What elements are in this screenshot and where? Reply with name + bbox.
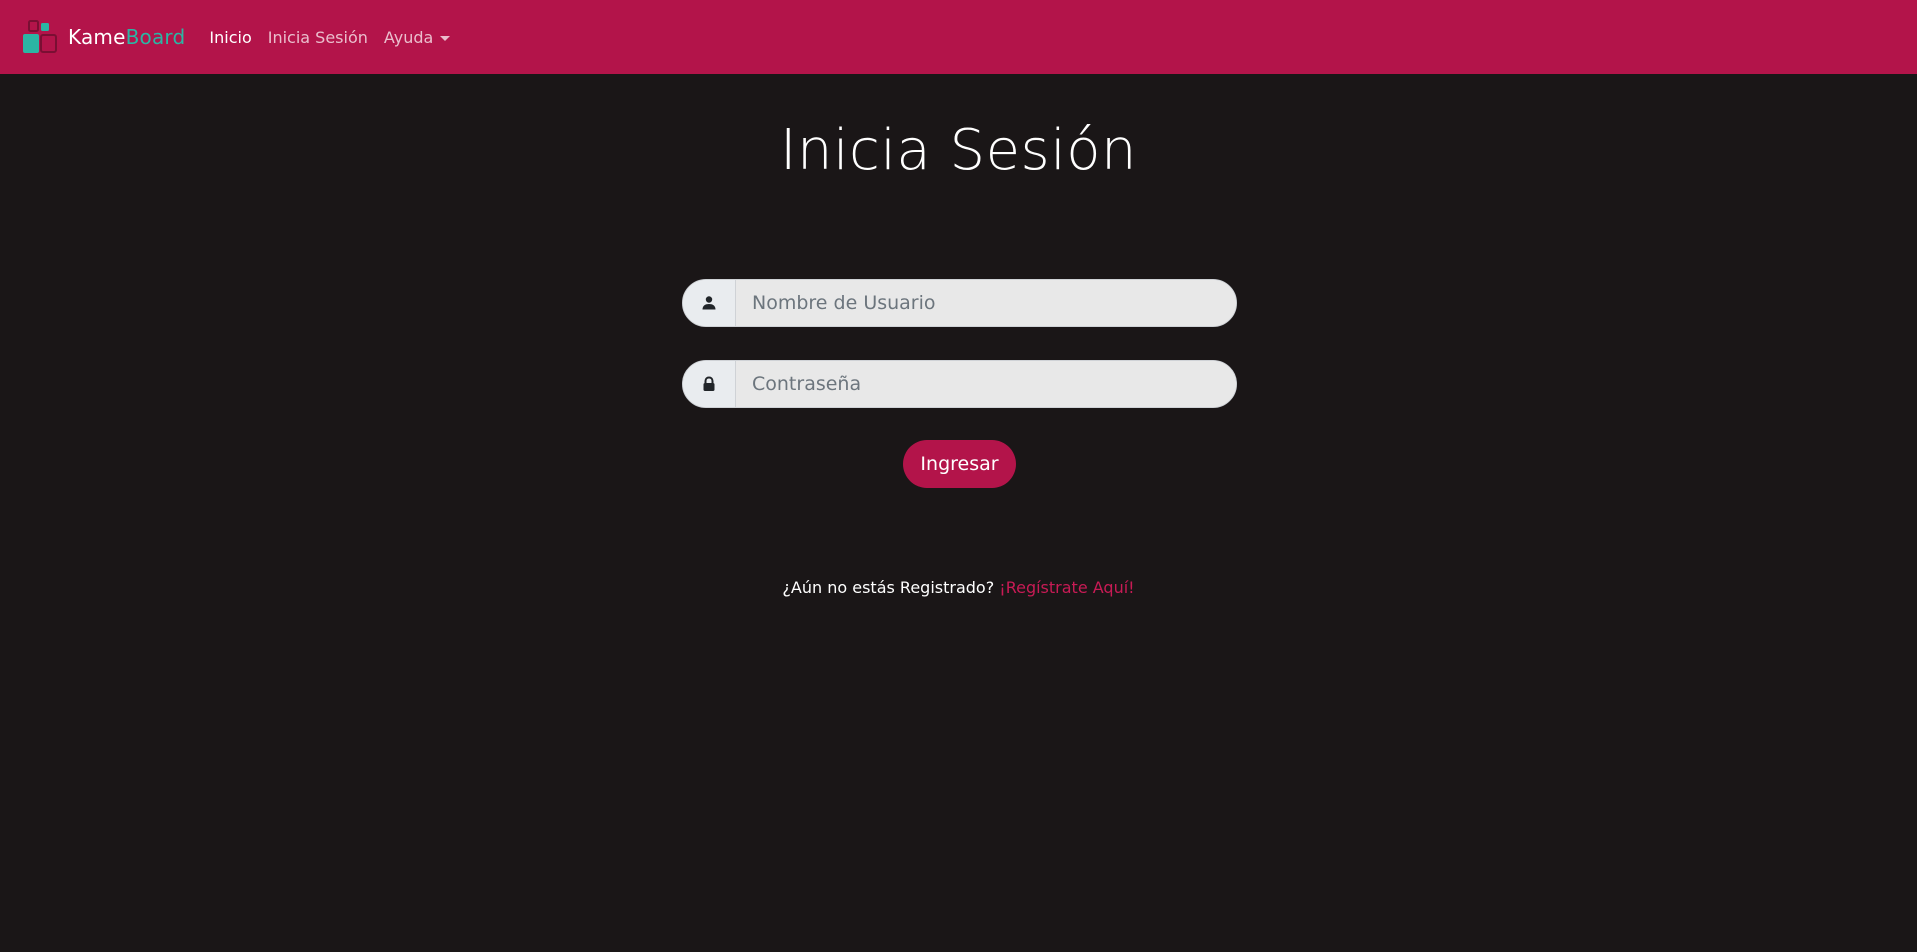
nav-link-inicio[interactable]: Inicio [209,28,251,47]
top-navbar: KameBoard Inicio Inicia Sesión Ayuda [0,0,1917,74]
password-input-group [682,360,1237,408]
lock-icon [703,376,715,391]
register-prompt: ¿Aún no estás Registrado? ¡Regístrate Aq… [0,578,1917,597]
register-prompt-text: ¿Aún no estás Registrado? [782,578,995,597]
brand-link[interactable]: KameBoard [22,19,185,55]
register-link[interactable]: ¡Regístrate Aquí! [999,578,1134,597]
nav-dropdown-ayuda-label: Ayuda [383,27,434,47]
nav-dropdown-ayuda[interactable]: Ayuda [383,27,451,47]
kameboard-logo-icon [23,20,57,53]
submit-wrap: Ingresar [682,440,1237,488]
username-prefix [683,280,736,326]
username-input[interactable] [736,280,1236,326]
nav-link-inicia-sesion[interactable]: Inicia Sesión [268,28,368,47]
user-icon [702,296,716,310]
password-prefix [683,361,736,407]
username-input-group [682,279,1237,327]
login-form: Ingresar [682,279,1237,488]
page-title: Inicia Sesión [779,118,1138,183]
caret-down-icon [440,35,451,41]
brand-name: KameBoard [68,25,186,49]
login-submit-button[interactable]: Ingresar [903,440,1016,488]
password-input[interactable] [736,361,1236,407]
